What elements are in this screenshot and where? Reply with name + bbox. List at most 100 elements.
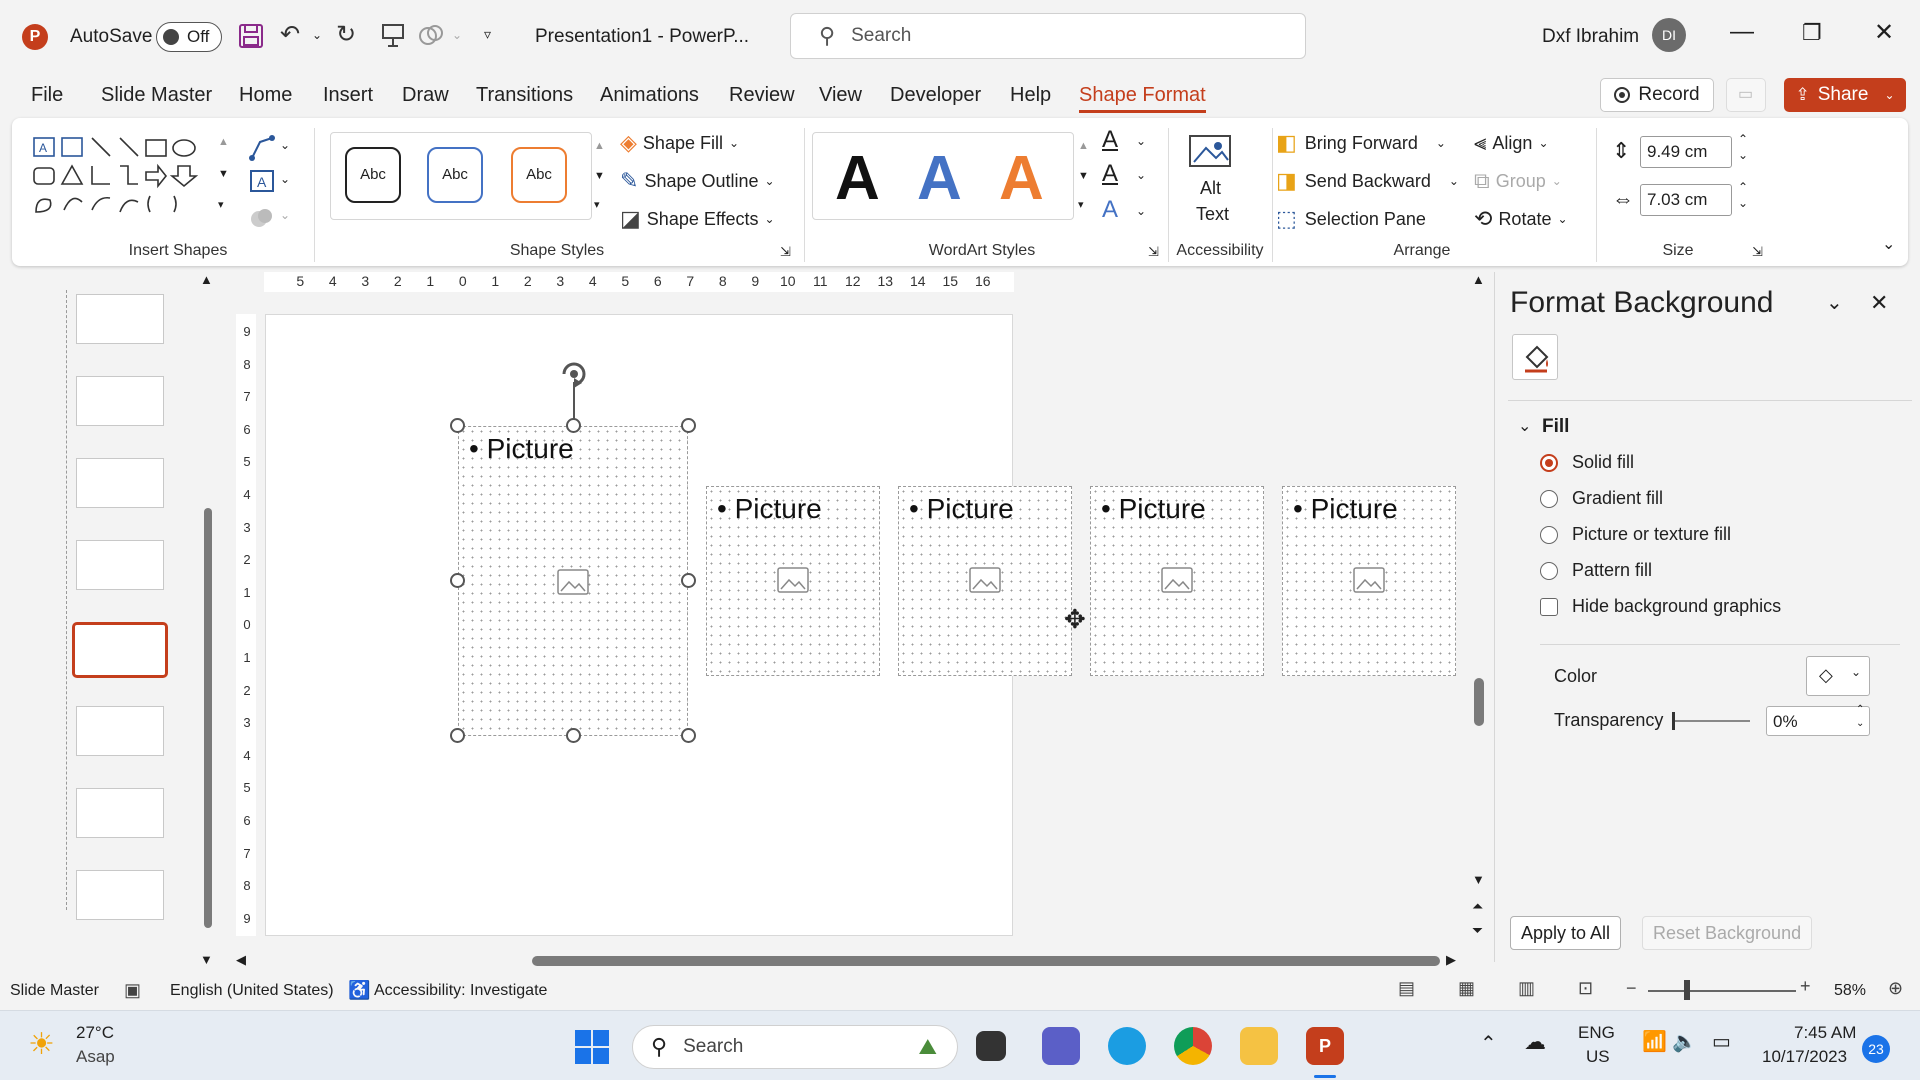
thumbnail-scroll-down-icon[interactable]: ▼ bbox=[200, 952, 213, 967]
thumbnail-scrollbar[interactable] bbox=[204, 508, 212, 928]
wordart-preset-black[interactable]: A bbox=[835, 143, 880, 214]
file-explorer-icon[interactable] bbox=[1240, 1027, 1278, 1065]
pattern-fill-option[interactable]: Pattern fill bbox=[1540, 560, 1652, 581]
undo-dropdown-chevron-icon[interactable]: ⌄ bbox=[312, 28, 322, 42]
restore-icon[interactable]: ❐ bbox=[1802, 20, 1822, 46]
status-accessibility[interactable]: Accessibility: Investigate bbox=[374, 982, 547, 1000]
undo-icon[interactable]: ↶ bbox=[280, 20, 300, 49]
wordart-more-icon[interactable]: ▾ bbox=[1078, 198, 1084, 211]
transparency-spin-down-icon[interactable]: ⌄ bbox=[1856, 718, 1864, 729]
weather-description[interactable]: Asap bbox=[76, 1047, 115, 1067]
styles-scroll-down-icon[interactable]: ▼ bbox=[594, 170, 605, 182]
solid-fill-radio[interactable] bbox=[1540, 453, 1558, 472]
transparency-field[interactable]: 0% bbox=[1766, 706, 1870, 736]
rotate-handle-icon[interactable] bbox=[556, 358, 592, 390]
pane-options-chevron-icon[interactable]: ⌄ bbox=[1826, 290, 1843, 315]
resize-handle[interactable] bbox=[566, 418, 581, 433]
zoom-level[interactable]: 58% bbox=[1834, 982, 1866, 1000]
rotate-button[interactable]: ⟲ Rotate ⌄ bbox=[1474, 206, 1568, 232]
slide-thumbnail[interactable] bbox=[76, 706, 164, 756]
insert-picture-icon[interactable] bbox=[777, 567, 809, 593]
battery-icon[interactable]: ▭ bbox=[1712, 1029, 1731, 1054]
search-box[interactable]: ⚲ Search bbox=[790, 13, 1306, 59]
slide-thumbnail[interactable] bbox=[76, 294, 164, 344]
text-effects-chevron-icon[interactable]: ⌄ bbox=[1136, 204, 1146, 218]
slideshow-icon[interactable]: ⊡ bbox=[1578, 978, 1593, 999]
styles-scroll-up-icon[interactable]: ▲ bbox=[594, 140, 605, 152]
style-preset-1[interactable]: Abc bbox=[345, 147, 401, 203]
insert-picture-icon[interactable] bbox=[1161, 567, 1193, 593]
slide-thumbnail[interactable] bbox=[76, 458, 164, 508]
canvas-scroll-left-icon[interactable]: ◀ bbox=[236, 952, 246, 968]
tab-shape-format[interactable]: Shape Format bbox=[1079, 84, 1206, 113]
wordart-scroll-up-icon[interactable]: ▲ bbox=[1078, 140, 1089, 152]
fill-section-header[interactable]: Fill bbox=[1542, 416, 1569, 438]
size-launcher-icon[interactable]: ⇲ bbox=[1752, 244, 1763, 260]
height-spin-down-icon[interactable]: ⌄ bbox=[1738, 148, 1748, 162]
width-spin-up-icon[interactable]: ⌃ bbox=[1738, 180, 1748, 194]
shape-effects-button[interactable]: ◪ Shape Effects ⌄ bbox=[620, 206, 775, 232]
tab-file[interactable]: File bbox=[31, 84, 63, 107]
zoom-out-icon[interactable]: − bbox=[1626, 978, 1637, 999]
slide-thumbnail[interactable] bbox=[76, 376, 164, 426]
customize-qat-icon[interactable]: ▿ bbox=[484, 26, 491, 43]
shape-fill-button[interactable]: ◈ Shape Fill ⌄ bbox=[620, 130, 739, 156]
tab-help[interactable]: Help bbox=[1010, 84, 1051, 107]
picture-placeholder[interactable]: • Picture bbox=[1090, 486, 1264, 676]
color-picker-button[interactable]: ◇ ⌄ bbox=[1806, 656, 1870, 696]
shapes-more-icon[interactable]: ▾ bbox=[218, 198, 224, 211]
fit-slide-icon[interactable]: ⊕ bbox=[1888, 978, 1903, 999]
clock-date[interactable]: 10/17/2023 bbox=[1762, 1047, 1847, 1067]
shape-width-field[interactable]: 7.03 cm bbox=[1640, 184, 1732, 216]
transparency-spin-up-icon[interactable]: ⌃ bbox=[1856, 704, 1864, 715]
zoom-slider-thumb[interactable] bbox=[1684, 980, 1690, 1000]
text-effects-icon[interactable]: A bbox=[1102, 196, 1118, 224]
canvas-scroll-right-icon[interactable]: ▶ bbox=[1446, 952, 1456, 968]
align-button[interactable]: ⫷ Align ⌄ bbox=[1474, 130, 1549, 156]
tab-transitions[interactable]: Transitions bbox=[476, 84, 573, 107]
slide-thumbnail[interactable] bbox=[76, 788, 164, 838]
text-outline-icon[interactable]: A bbox=[1102, 160, 1118, 188]
text-outline-chevron-icon[interactable]: ⌄ bbox=[1136, 168, 1146, 182]
canvas-scroll-down-icon[interactable]: ▼ bbox=[1472, 872, 1485, 887]
fill-section-chevron-icon[interactable]: ⌄ bbox=[1518, 416, 1531, 436]
clock-time[interactable]: 7:45 AM bbox=[1794, 1023, 1856, 1043]
picture-placeholder[interactable]: • Picture bbox=[1282, 486, 1456, 676]
input-language-2[interactable]: US bbox=[1586, 1047, 1610, 1067]
shapes-gallery[interactable]: A bbox=[32, 136, 232, 226]
notes-icon[interactable]: ▣ bbox=[124, 980, 141, 1001]
insert-picture-icon[interactable] bbox=[1353, 567, 1385, 593]
volume-icon[interactable]: 🔈 bbox=[1672, 1029, 1697, 1054]
zoom-in-icon[interactable]: + bbox=[1800, 976, 1811, 997]
merge-shapes-chevron-icon[interactable]: ⌄ bbox=[280, 208, 290, 222]
tab-home[interactable]: Home bbox=[239, 84, 292, 107]
record-button[interactable]: Record bbox=[1600, 78, 1714, 112]
transparency-slider[interactable] bbox=[1672, 720, 1750, 722]
comments-button[interactable]: ▭ bbox=[1726, 78, 1766, 112]
shape-height-field[interactable]: 9.49 cm bbox=[1640, 136, 1732, 168]
user-name[interactable]: Dxf Ibrahim bbox=[1542, 26, 1639, 48]
reset-background-button[interactable]: Reset Background bbox=[1642, 916, 1813, 950]
tab-draw[interactable]: Draw bbox=[402, 84, 449, 107]
shape-outline-button[interactable]: ✎ Shape Outline ⌄ bbox=[620, 168, 775, 194]
edge-icon[interactable] bbox=[1108, 1027, 1146, 1065]
shape-styles-launcher-icon[interactable]: ⇲ bbox=[780, 244, 791, 260]
pane-close-icon[interactable]: ✕ bbox=[1870, 290, 1888, 316]
wordart-scroll-down-icon[interactable]: ▼ bbox=[1078, 170, 1089, 182]
tab-developer[interactable]: Developer bbox=[890, 84, 981, 107]
styles-more-icon[interactable]: ▾ bbox=[594, 198, 600, 211]
gradient-fill-option[interactable]: Gradient fill bbox=[1540, 488, 1663, 509]
reading-view-icon[interactable]: ▥ bbox=[1518, 978, 1535, 999]
gradient-fill-radio[interactable] bbox=[1540, 489, 1558, 508]
group-button[interactable]: ⧉ Group ⌄ bbox=[1474, 168, 1562, 194]
slide-thumbnail[interactable] bbox=[76, 540, 164, 590]
resize-handle[interactable] bbox=[450, 728, 465, 743]
text-fill-chevron-icon[interactable]: ⌄ bbox=[1136, 134, 1146, 148]
fill-tab-button[interactable] bbox=[1512, 334, 1558, 380]
hide-background-graphics-option[interactable]: Hide background graphics bbox=[1540, 596, 1781, 617]
text-box-chevron-icon[interactable]: ⌄ bbox=[280, 172, 290, 186]
show-hidden-icons-icon[interactable]: ⌃ bbox=[1480, 1031, 1497, 1056]
insert-picture-icon[interactable] bbox=[969, 567, 1001, 593]
wordart-preset-blue[interactable]: A bbox=[917, 143, 962, 214]
save-icon[interactable] bbox=[238, 23, 264, 49]
